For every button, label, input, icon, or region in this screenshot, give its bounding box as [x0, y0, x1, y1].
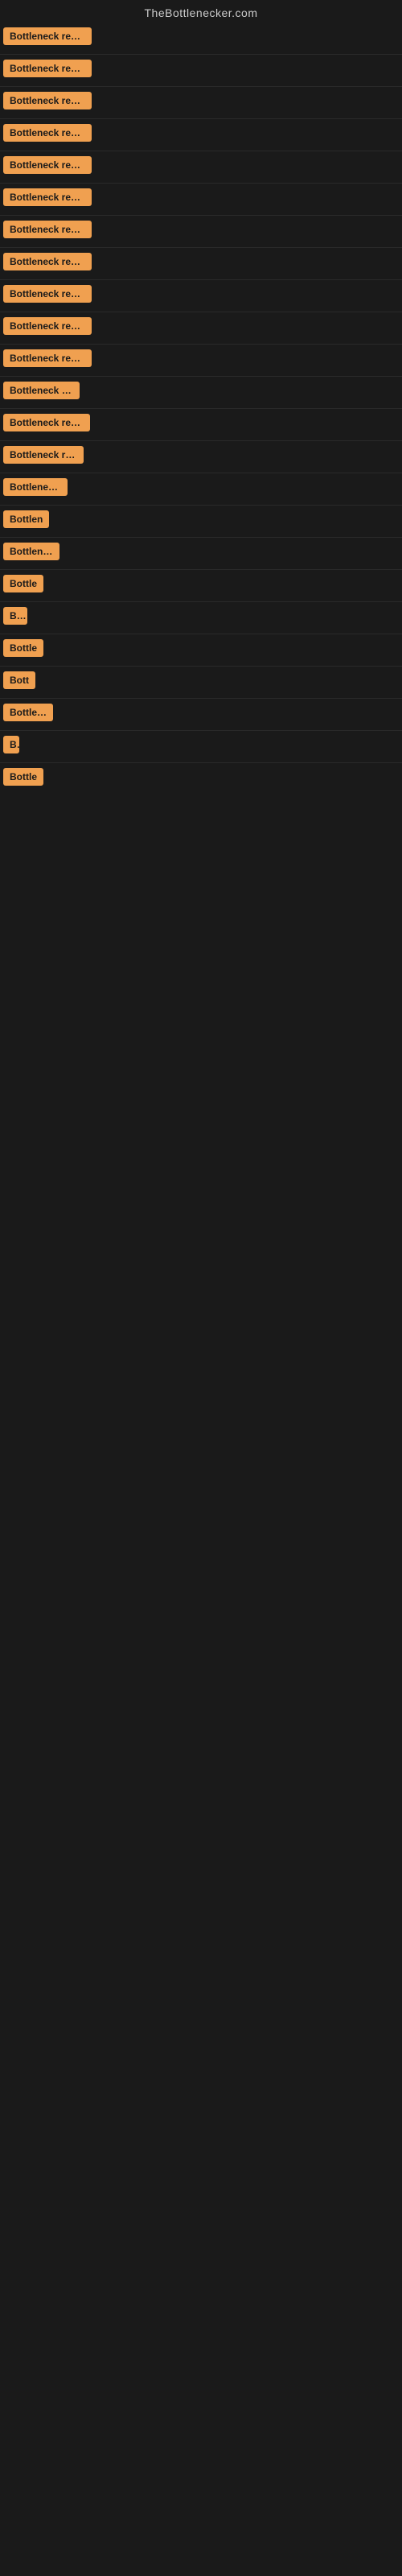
bottleneck-badge[interactable]: Bottleneck result: [3, 349, 92, 367]
bottleneck-badge[interactable]: Bottleneck resul: [3, 446, 84, 464]
bottleneck-badge[interactable]: Bottleneck result: [3, 414, 90, 431]
bottleneck-badge[interactable]: Bottleneck result: [3, 253, 92, 270]
bottleneck-badge[interactable]: Bottle: [3, 768, 43, 786]
bottleneck-row: Bottleneck: [0, 538, 402, 570]
bottleneck-row: Bottleneck result: [0, 151, 402, 184]
bottleneck-badge[interactable]: Bottleneck result: [3, 317, 92, 335]
bottleneck-badge[interactable]: Bottleneck result: [3, 124, 92, 142]
bottleneck-row: Bo: [0, 602, 402, 634]
bottleneck-row: Bottleneck result: [0, 312, 402, 345]
bottleneck-row: Bottlen: [0, 506, 402, 538]
bottleneck-row: Bottleneck result: [0, 184, 402, 216]
bottleneck-badge[interactable]: Bo: [3, 607, 27, 625]
bottleneck-row: Bottleneck result: [0, 87, 402, 119]
bottleneck-badge[interactable]: Bottleneck result: [3, 285, 92, 303]
bottleneck-row: Bottleneck result: [0, 23, 402, 55]
bottleneck-badge[interactable]: Bottleneck r: [3, 478, 68, 496]
bottleneck-badge[interactable]: Bottleneck: [3, 543, 59, 560]
bottleneck-row: Bottleneck resu: [0, 377, 402, 409]
bottleneck-row: Bottleneck result: [0, 216, 402, 248]
bottleneck-row: Bottle: [0, 634, 402, 667]
bottleneck-row: Bottleneck result: [0, 409, 402, 441]
bottleneck-row: Bott: [0, 667, 402, 699]
bottleneck-badge[interactable]: Bottleneck result: [3, 27, 92, 45]
bottleneck-badge[interactable]: Bottleneck resu: [3, 382, 80, 399]
bottleneck-row: Bottleneck result: [0, 119, 402, 151]
bottleneck-badge[interactable]: Bottlen: [3, 510, 49, 528]
bottleneck-badge[interactable]: Bottlene: [3, 704, 53, 721]
bottleneck-row: B: [0, 731, 402, 763]
bottleneck-badge[interactable]: Bott: [3, 671, 35, 689]
bottleneck-badge[interactable]: B: [3, 736, 19, 753]
site-title: TheBottlenecker.com: [0, 0, 402, 23]
bottleneck-row: Bottleneck result: [0, 280, 402, 312]
bottleneck-row: Bottleneck r: [0, 473, 402, 506]
bottleneck-badge[interactable]: Bottleneck result: [3, 92, 92, 109]
bottleneck-row: Bottleneck result: [0, 55, 402, 87]
bottleneck-badge[interactable]: Bottleneck result: [3, 221, 92, 238]
bottleneck-row: Bottlene: [0, 699, 402, 731]
bottleneck-row: Bottleneck resul: [0, 441, 402, 473]
bottleneck-badge[interactable]: Bottleneck result: [3, 188, 92, 206]
bottleneck-badge[interactable]: Bottle: [3, 575, 43, 592]
bottleneck-row: Bottleneck result: [0, 248, 402, 280]
bottleneck-row: Bottle: [0, 763, 402, 795]
bottleneck-badge[interactable]: Bottleneck result: [3, 156, 92, 174]
bottleneck-badge[interactable]: Bottle: [3, 639, 43, 657]
bottleneck-row: Bottle: [0, 570, 402, 602]
bottleneck-badge[interactable]: Bottleneck result: [3, 60, 92, 77]
bottleneck-row: Bottleneck result: [0, 345, 402, 377]
